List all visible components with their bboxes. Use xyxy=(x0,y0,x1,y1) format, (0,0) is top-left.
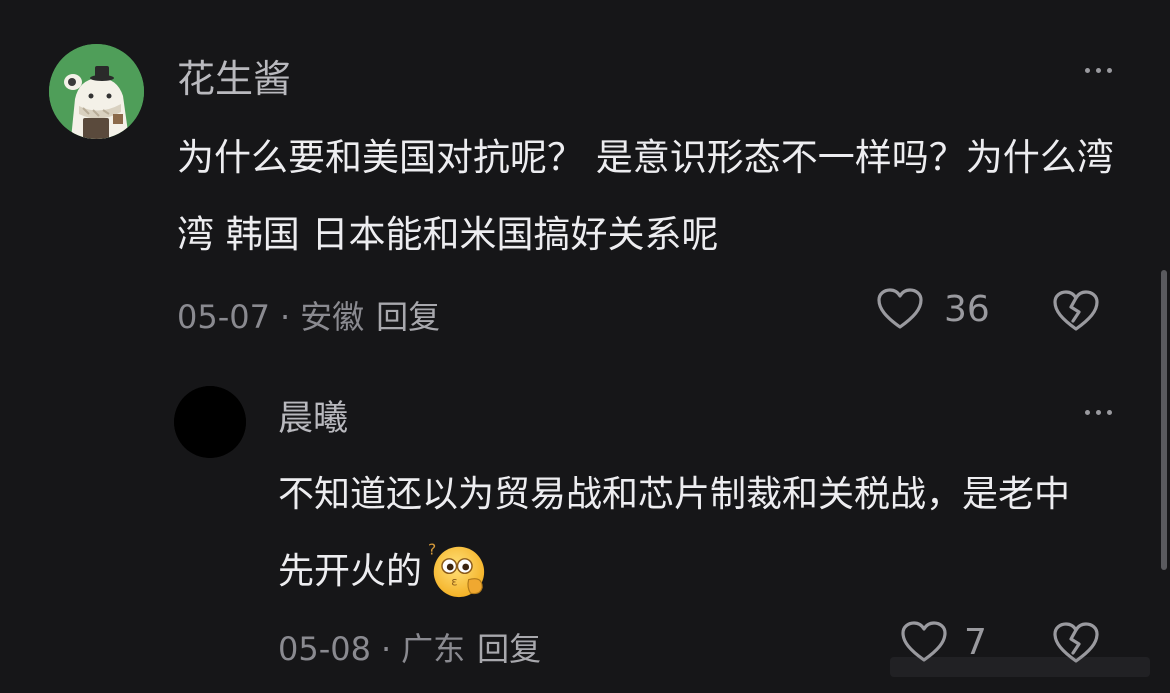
meta-separator: · xyxy=(380,630,392,668)
comment-author[interactable]: 花生酱 xyxy=(177,48,291,103)
more-dot xyxy=(1107,410,1112,415)
meta-separator: · xyxy=(279,298,291,336)
reply-button[interactable]: 回复 xyxy=(376,292,440,338)
cartoon-avatar-icon xyxy=(49,44,144,139)
comment-location: 广东 xyxy=(401,630,466,668)
comment-author[interactable]: 晨曦 xyxy=(278,390,348,441)
more-dot xyxy=(1096,68,1101,73)
broken-heart-icon xyxy=(1053,290,1099,331)
thinking-kissy-face-emoji-icon: ? ε xyxy=(428,540,485,598)
more-dot xyxy=(1107,68,1112,73)
comment-text-content: 不知道还以为贸易战和芯片制裁和关税战，是老中先开火的 xyxy=(278,474,1071,592)
watermark-icon xyxy=(890,657,1150,677)
black-circle-avatar-icon xyxy=(174,386,246,458)
heart-outline-icon xyxy=(877,288,923,329)
dislike-button[interactable] xyxy=(1052,288,1100,334)
svg-text:?: ? xyxy=(428,540,436,558)
scrollbar[interactable] xyxy=(1161,270,1167,570)
comment-location: 安徽 xyxy=(300,298,365,336)
more-dot xyxy=(1096,410,1101,415)
svg-text:ε: ε xyxy=(451,574,457,588)
like-count: 36 xyxy=(944,288,990,330)
comment-text: 不知道还以为贸易战和芯片制裁和关税战，是老中先开火的 ? ε xyxy=(278,456,1078,610)
more-options-button[interactable] xyxy=(1085,410,1112,415)
more-horizontal-icon xyxy=(1085,410,1090,415)
comment-date: 05-08 xyxy=(278,630,371,668)
like-button[interactable]: 36 xyxy=(876,287,990,331)
more-horizontal-icon xyxy=(1085,68,1090,73)
more-options-button[interactable] xyxy=(1085,68,1112,73)
comment-date: 05-07 xyxy=(177,298,270,336)
comment-text: 为什么要和美国对抗呢？ 是意识形态不一样吗？为什么湾湾 韩国 日本能和米国搞好关… xyxy=(177,136,1114,256)
comment-meta: 05-08 · 广东 回复 xyxy=(278,624,541,670)
reply-button[interactable]: 回复 xyxy=(477,624,541,670)
avatar[interactable] xyxy=(49,44,144,139)
avatar[interactable] xyxy=(174,386,246,458)
comment-meta: 05-07 · 安徽 回复 xyxy=(177,292,440,338)
